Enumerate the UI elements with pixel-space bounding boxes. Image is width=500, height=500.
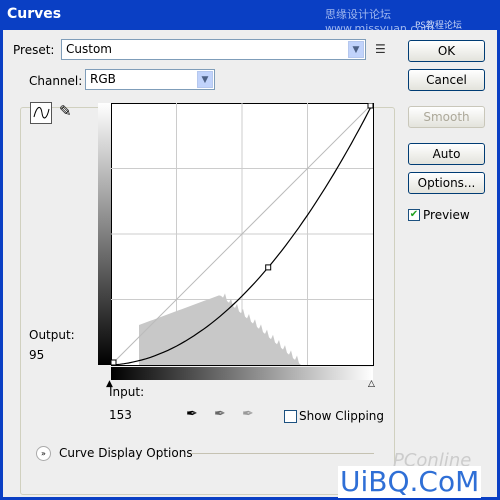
output-label: Output:	[29, 328, 75, 342]
ok-button[interactable]: OK	[408, 40, 485, 62]
gray-eyedropper-icon[interactable]: ✒	[214, 406, 226, 422]
preset-value: Custom	[66, 42, 112, 56]
watermark-bottom: UiBQ.CoM	[338, 465, 482, 498]
curve-control-point[interactable]	[265, 264, 272, 271]
curve-graph[interactable]	[111, 103, 374, 366]
channel-label: Channel:	[26, 74, 86, 88]
output-gradient-bar	[98, 103, 111, 365]
input-gradient-bar	[111, 367, 373, 380]
curve-tool-button[interactable]	[30, 102, 52, 124]
pencil-icon[interactable]: ✎	[59, 102, 72, 120]
curves-dialog: Curves 思缘设计论坛 www.missyuan.com PS教程论坛 BB…	[0, 0, 500, 500]
black-eyedropper-icon[interactable]: ✒	[186, 406, 198, 422]
input-value: 153	[109, 408, 132, 422]
checkmark-icon: ✔	[408, 209, 420, 221]
input-label: Input:	[109, 385, 145, 399]
curve-control-point[interactable]	[367, 103, 374, 109]
divider	[191, 453, 374, 454]
chevron-down-icon: ▼	[348, 41, 364, 58]
curve-icon	[33, 107, 50, 119]
channel-value: RGB	[90, 72, 116, 86]
window-title: Curves	[7, 6, 62, 22]
output-value: 95	[29, 348, 45, 362]
auto-button[interactable]: Auto	[408, 143, 485, 165]
cancel-button[interactable]: Cancel	[408, 69, 485, 91]
white-point-slider[interactable]: △	[368, 379, 375, 389]
channel-select[interactable]: RGB ▼	[85, 69, 215, 90]
dialog-body: Preset: Custom ▼ ☰ OK Cancel Smooth Auto…	[3, 30, 497, 497]
smooth-button[interactable]: Smooth	[408, 106, 485, 128]
chevron-down-icon: ▼	[197, 71, 213, 88]
white-eyedropper-icon[interactable]: ✒	[242, 406, 254, 422]
preset-select[interactable]: Custom ▼	[61, 39, 366, 60]
expand-chevron-icon[interactable]: »	[36, 446, 51, 461]
checkbox-box	[284, 409, 297, 423]
options-button[interactable]: Options...	[408, 172, 485, 194]
preset-label: Preset:	[13, 43, 55, 57]
preview-label: Preview	[423, 208, 470, 222]
show-clipping-label: Show Clipping	[299, 409, 385, 423]
preset-options-menu-icon[interactable]: ☰	[375, 42, 386, 56]
show-clipping-checkbox[interactable]: Show Clipping	[284, 409, 384, 423]
curve-display-options-label[interactable]: Curve Display Options	[59, 446, 193, 460]
curve-control-point[interactable]	[111, 359, 117, 366]
preview-checkbox[interactable]: ✔ Preview	[408, 208, 470, 222]
